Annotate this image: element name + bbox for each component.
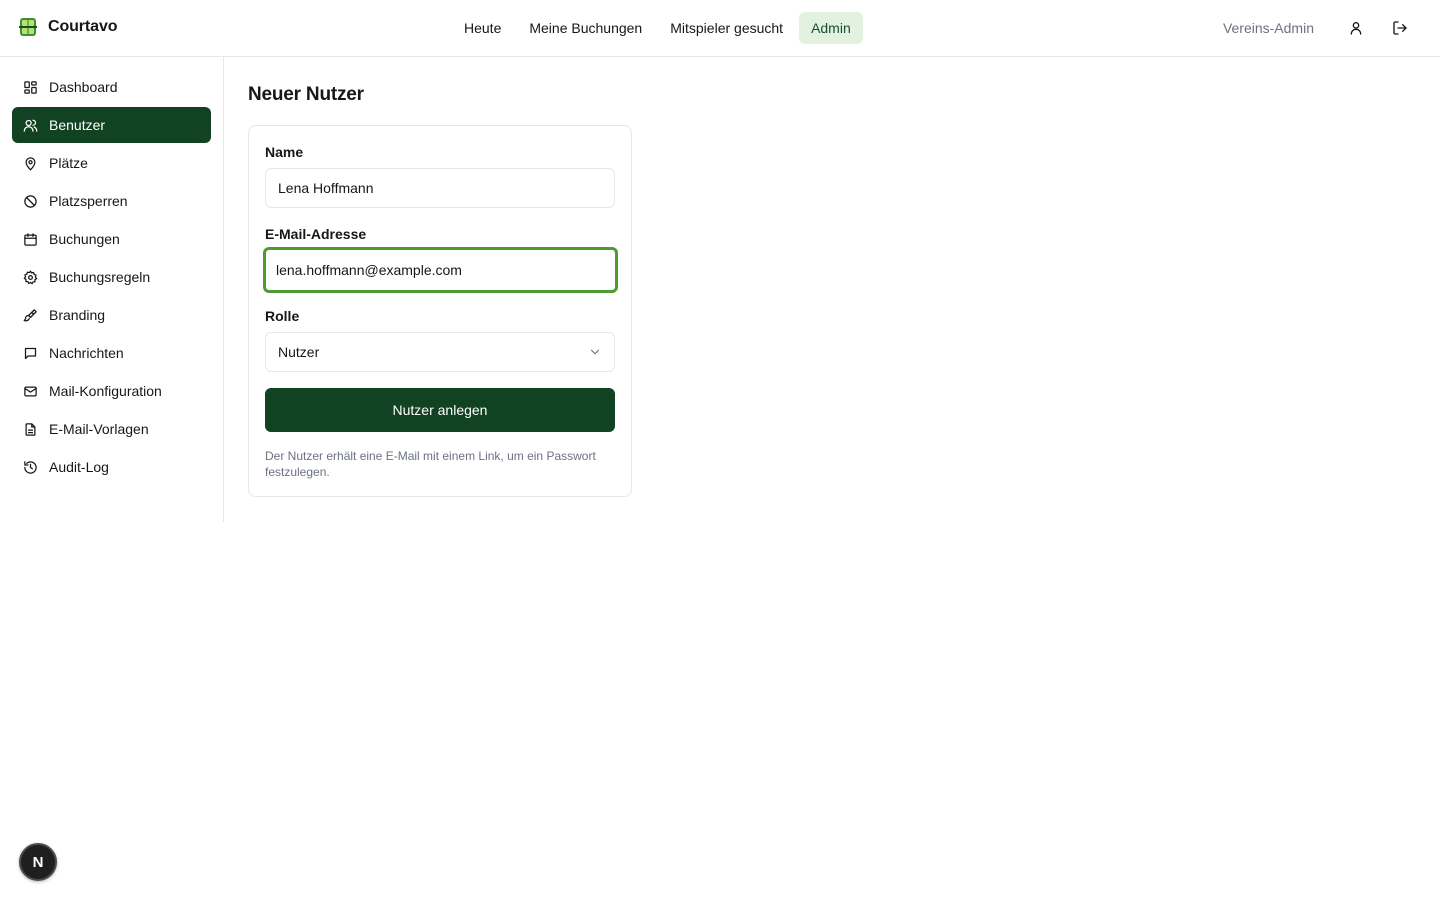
role-select[interactable]: Nutzer (265, 332, 615, 372)
form-hint: Der Nutzer erhält eine E-Mail mit einem … (265, 449, 596, 479)
sidebar-item-benutzer[interactable]: Benutzer (12, 107, 211, 143)
create-user-button[interactable]: Nutzer anlegen (265, 388, 615, 432)
user-icon (1350, 22, 1362, 35)
sidebar-item-dashboard[interactable]: Dashboard (12, 69, 211, 105)
message-icon (23, 346, 38, 361)
topnav-meine-buchungen[interactable]: Meine Buchungen (517, 12, 654, 44)
sidebar-item-mail-konfiguration[interactable]: Mail-Konfiguration (12, 373, 211, 409)
admin-sidebar: Dashboard Benutzer Plätze Platzsperren B… (0, 57, 224, 522)
dashboard-icon (23, 80, 38, 95)
role-select-value: Nutzer (278, 344, 320, 360)
top-navigation: Heute Meine Buchungen Mitspieler gesucht… (452, 12, 863, 44)
sidebar-item-buchungsregeln[interactable]: Buchungsregeln (12, 259, 211, 295)
sidebar-item-label: Benutzer (49, 117, 106, 133)
ban-icon (23, 194, 38, 209)
sidebar-item-label: Branding (49, 307, 106, 323)
sidebar-item-label: Plätze (49, 155, 88, 171)
map-pin-icon (23, 156, 38, 171)
sidebar-item-plaetze[interactable]: Plätze (12, 145, 211, 181)
mail-icon (23, 384, 38, 399)
paintbrush-icon (23, 308, 38, 323)
brand[interactable]: Courtavo (19, 17, 118, 37)
role-label: Rolle (265, 308, 300, 324)
profile-button[interactable] (1340, 12, 1372, 44)
email-label: E-Mail-Adresse (265, 226, 367, 242)
logout-icon (1393, 21, 1407, 35)
history-icon (23, 460, 38, 475)
topnav-admin[interactable]: Admin (799, 12, 863, 44)
logout-button[interactable] (1384, 12, 1416, 44)
sidebar-item-label: Platzsperren (49, 193, 128, 209)
topnav-mitspieler-gesucht[interactable]: Mitspieler gesucht (658, 12, 795, 44)
sidebar-item-label: E-Mail-Vorlagen (49, 421, 149, 437)
sidebar-item-label: Nachrichten (49, 345, 124, 361)
top-bar: Courtavo Heute Meine Buchungen Mitspiele… (0, 0, 1440, 57)
topnav-heute[interactable]: Heute (452, 12, 513, 44)
court-logo-icon (19, 18, 37, 36)
sidebar-item-label: Audit-Log (49, 459, 109, 475)
sidebar-item-label: Buchungen (49, 231, 120, 247)
name-label: Name (265, 144, 304, 160)
sidebar-item-audit-log[interactable]: Audit-Log (12, 449, 211, 485)
email-input[interactable] (263, 247, 618, 293)
new-user-form: Name E-Mail-Adresse Rolle Nutzer Nutzer … (248, 125, 632, 497)
chevron-down-icon (590, 349, 600, 355)
sidebar-item-branding[interactable]: Branding (12, 297, 211, 333)
dev-badge-label: N (32, 853, 44, 871)
app-name: Courtavo (48, 18, 118, 35)
gear-icon (23, 269, 38, 285)
sidebar-item-nachrichten[interactable]: Nachrichten (12, 335, 211, 371)
file-text-icon (23, 422, 38, 437)
sidebar-item-buchungen[interactable]: Buchungen (12, 221, 211, 257)
sidebar-item-e-mail-vorlagen[interactable]: E-Mail-Vorlagen (12, 411, 211, 447)
sidebar-item-label: Mail-Konfiguration (49, 383, 162, 399)
user-area: Vereins-Admin (1223, 12, 1416, 44)
sidebar-item-label: Buchungsregeln (49, 269, 151, 285)
sidebar-item-platzsperren[interactable]: Platzsperren (12, 183, 211, 219)
users-icon (23, 118, 38, 133)
calendar-icon (23, 232, 38, 247)
name-input[interactable] (265, 168, 615, 208)
sidebar-item-label: Dashboard (49, 79, 118, 95)
user-role-label: Vereins-Admin (1222, 20, 1314, 36)
dev-tools-badge[interactable]: N (19, 843, 57, 881)
page-title: Neuer Nutzer (248, 84, 364, 105)
